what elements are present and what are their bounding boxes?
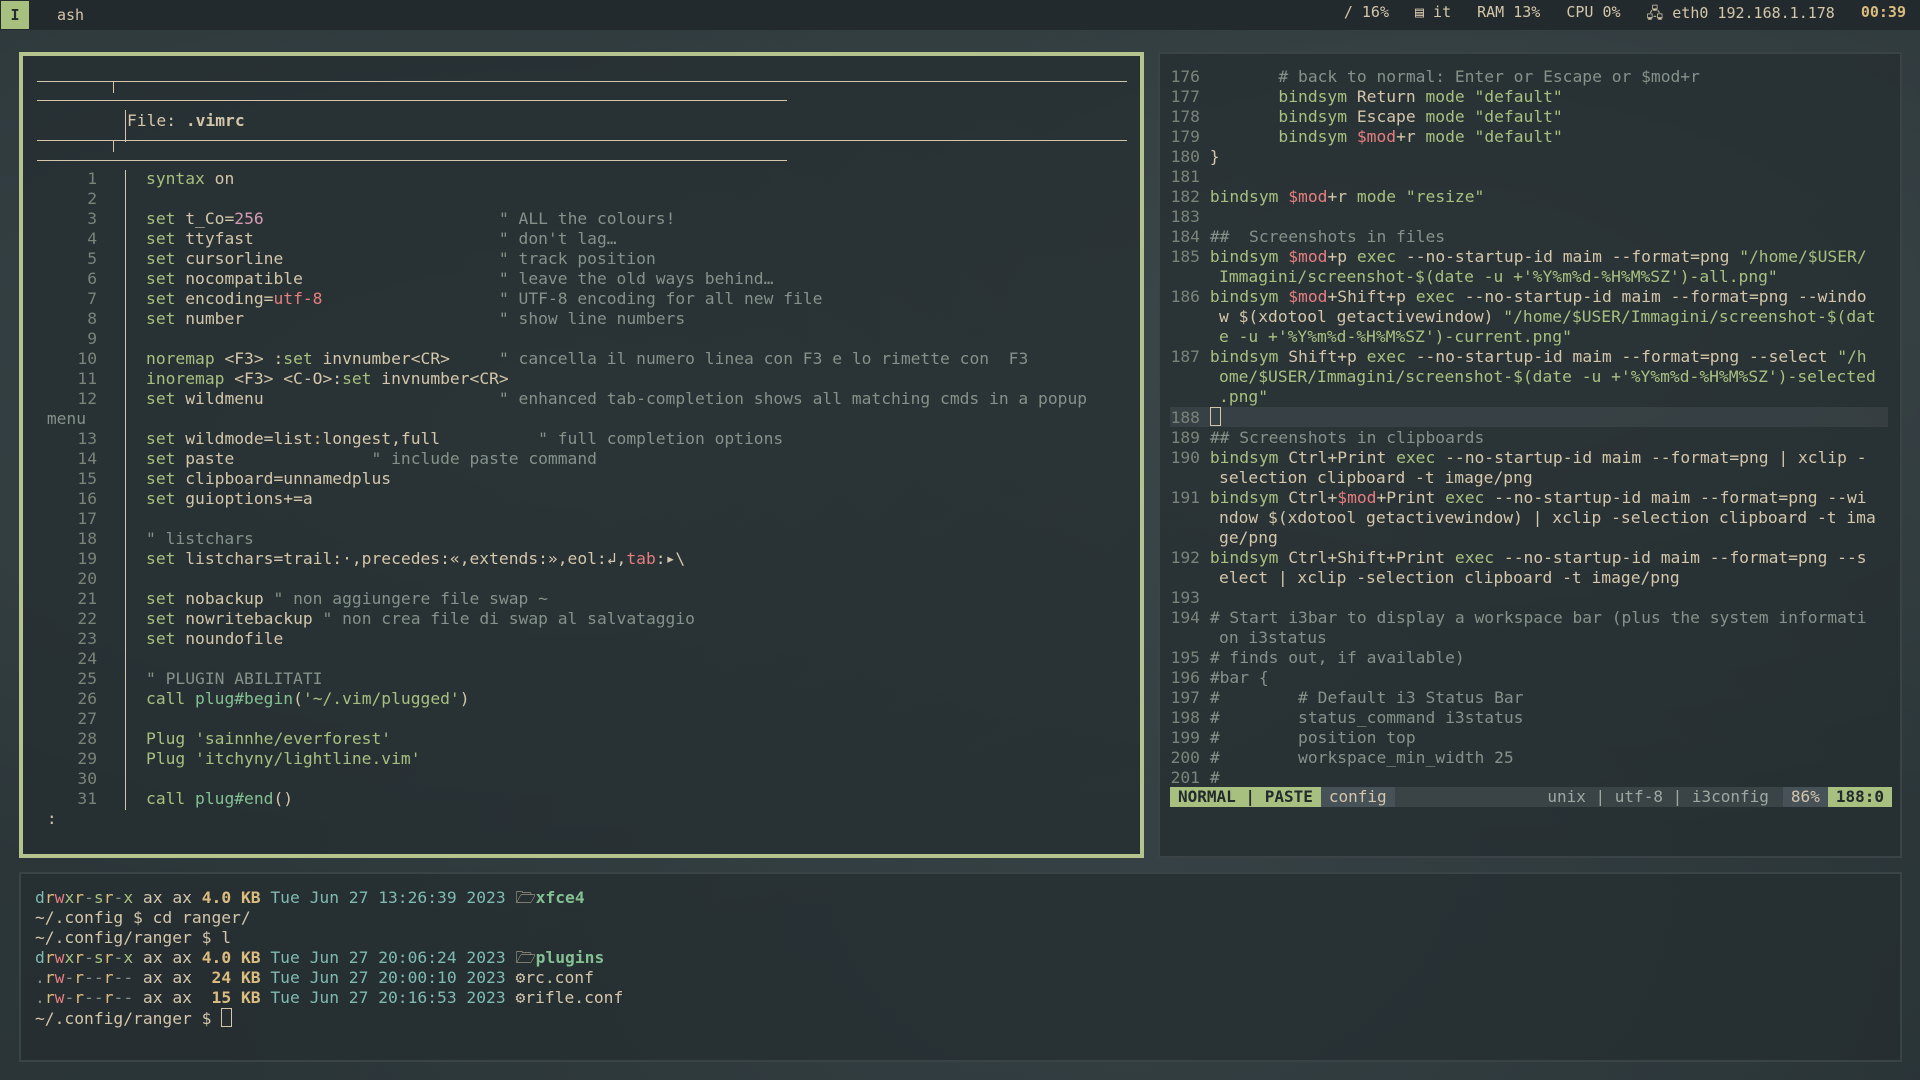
terminal-line: drwxr-sr-x ax ax 4.0 KB Tue Jun 27 20:06… xyxy=(35,948,623,968)
ram-usage: RAM 13% xyxy=(1477,2,1541,21)
disk-usage: / 16% xyxy=(1343,2,1389,21)
prompt: ~/.config/ranger $ xyxy=(35,1009,222,1028)
terminal-line: .rw-r--r-- ax ax 24 KB Tue Jun 27 20:00:… xyxy=(35,968,623,988)
file-size: 4.0 KB xyxy=(201,948,261,967)
permissions: .rw-r--r-- xyxy=(35,968,134,987)
permissions: .rw-r--r-- xyxy=(35,988,134,1007)
file-info: unix | utf-8 | i3config xyxy=(1547,787,1769,806)
file-name: xfce4 xyxy=(535,888,585,907)
network-status: 🖧 eth0 192.168.1.178 xyxy=(1646,3,1835,22)
vim-window-vimrc[interactable]: File: .vimrc 1 syntax on 2 3 set t_Co=25… xyxy=(19,52,1144,858)
keyboard-icon: ▤ xyxy=(1414,2,1434,21)
text-cursor xyxy=(1209,407,1221,426)
permissions: drwxr-sr-x xyxy=(35,948,134,967)
file-name: rifle.conf xyxy=(525,988,624,1007)
terminal-line: ~/.config/ranger $ l xyxy=(35,928,623,948)
file-size: 15 KB xyxy=(201,988,261,1007)
status-blocks: / 16% ▤ it RAM 13% CPU 0% 🖧 eth0 192.168… xyxy=(1344,3,1920,28)
filetype-label: config xyxy=(1320,787,1395,807)
clock: 00:39 xyxy=(1860,2,1906,21)
header-rule-top xyxy=(37,81,1127,82)
file-name: rc.conf xyxy=(525,968,594,987)
terminal-prompt[interactable]: ~/.config/ranger $ xyxy=(35,1008,623,1029)
terminal-line: drwxr-sr-x ax ax 4.0 KB Tue Jun 27 13:26… xyxy=(35,888,623,908)
file-size: 4.0 KB xyxy=(201,888,261,907)
prompt-line: ~/.config/ranger $ l xyxy=(35,928,232,947)
folder-icon: 🗁 xyxy=(515,948,536,967)
keyboard-layout: ▤ it xyxy=(1414,2,1452,21)
terminal-cursor xyxy=(221,1008,233,1027)
window-title: ash xyxy=(57,6,85,24)
i3config-code: 176 # back to normal: Enter or Escape or… xyxy=(1170,67,1876,787)
file-header: File: .vimrc xyxy=(127,111,245,130)
file-date: Tue Jun 27 20:00:10 2023 xyxy=(260,968,516,987)
cursor-position: 188:0 xyxy=(1827,787,1892,807)
file-date: Tue Jun 27 20:16:53 2023 xyxy=(260,988,516,1007)
prompt-line: ~/.config $ cd ranger/ xyxy=(35,908,251,927)
file-name: plugins xyxy=(535,948,605,967)
file-date: Tue Jun 27 13:26:39 2023 xyxy=(260,888,516,907)
permissions: drwxr-sr-x xyxy=(35,888,134,907)
file-size: 24 KB xyxy=(201,968,261,987)
command-line[interactable]: : xyxy=(47,809,57,828)
vimrc-code: 1 syntax on 2 3 set t_Co=256 " ALL the c… xyxy=(46,169,1088,828)
terminal-window[interactable]: drwxr-sr-x ax ax 4.0 KB Tue Jun 27 13:26… xyxy=(19,872,1902,1062)
owner: ax ax xyxy=(133,948,202,967)
owner: ax ax xyxy=(133,988,202,1007)
terminal-line: .rw-r--r-- ax ax 15 KB Tue Jun 27 20:16:… xyxy=(35,988,623,1008)
scroll-percent: 86% xyxy=(1782,787,1828,807)
folder-icon: 🗁 xyxy=(515,888,536,907)
vim-window-i3config[interactable]: 176 # back to normal: Enter or Escape or… xyxy=(1158,52,1902,858)
gear-icon: ⚙ xyxy=(515,988,526,1007)
mode-indicator: NORMAL | PASTE xyxy=(1170,787,1321,807)
gear-icon: ⚙ xyxy=(515,968,526,987)
owner: ax ax xyxy=(133,968,202,987)
owner: ax ax xyxy=(133,888,202,907)
terminal-output: drwxr-sr-x ax ax 4.0 KB Tue Jun 27 13:26… xyxy=(35,888,623,1029)
workspace-button[interactable]: I xyxy=(1,1,29,29)
lightline-statusline: NORMAL | PASTE config unix | utf-8 | i3c… xyxy=(1170,787,1892,807)
i3bar: I ash / 16% ▤ it RAM 13% CPU 0% 🖧 eth0 1… xyxy=(0,0,1920,30)
ethernet-icon: 🖧 xyxy=(1646,3,1673,22)
terminal-line: ~/.config $ cd ranger/ xyxy=(35,908,623,928)
file-date: Tue Jun 27 20:06:24 2023 xyxy=(260,948,516,967)
cpu-usage: CPU 0% xyxy=(1566,2,1621,21)
